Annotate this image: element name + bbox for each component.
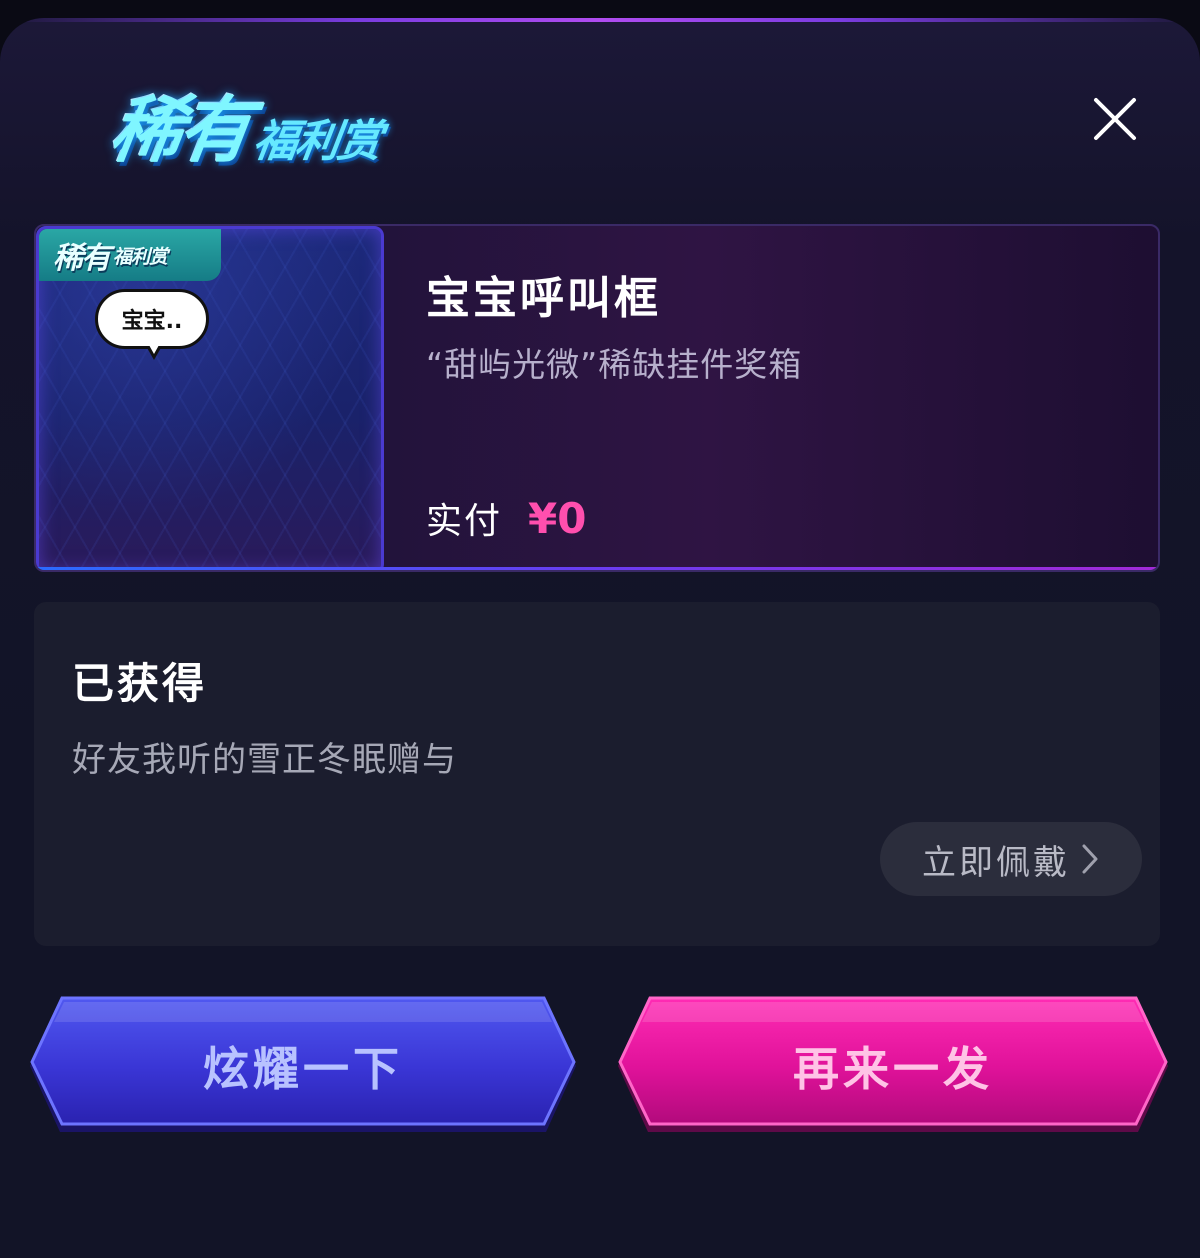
payment-label: 实付 bbox=[426, 501, 503, 542]
share-button[interactable]: 炫耀一下 bbox=[30, 996, 576, 1136]
obtained-description: 好友我听的雪正冬眠赠与 bbox=[72, 740, 457, 780]
reward-sheet: 稀有 福利赏 稀有 福利赏 宝宝.. 宝宝呼叫框 “甜屿光微”稀缺挂件奖箱 实付… bbox=[0, 18, 1200, 1258]
tag-title: 稀有 bbox=[53, 241, 111, 276]
rare-reward-banner: 稀有 福利赏 bbox=[105, 80, 389, 172]
rare-reward-tag: 稀有 福利赏 bbox=[39, 229, 221, 281]
play-again-label: 再来一发 bbox=[793, 1042, 993, 1096]
obtained-panel: 已获得 好友我听的雪正冬眠赠与 立即佩戴 bbox=[34, 602, 1160, 946]
chevron-right-icon bbox=[1082, 844, 1098, 874]
bubble-text: 宝宝.. bbox=[121, 309, 183, 334]
prize-source: “甜屿光微”稀缺挂件奖箱 bbox=[426, 345, 803, 384]
payment-amount: ¥0 bbox=[528, 494, 587, 543]
wear-now-label: 立即佩戴 bbox=[922, 842, 1070, 883]
play-again-button[interactable]: 再来一发 bbox=[618, 996, 1168, 1136]
banner-title: 稀有 bbox=[105, 88, 254, 172]
share-label: 炫耀一下 bbox=[203, 1042, 403, 1096]
close-button[interactable] bbox=[1090, 94, 1140, 144]
speech-bubble-preview: 宝宝.. bbox=[95, 289, 209, 360]
prize-card: 稀有 福利赏 宝宝.. 宝宝呼叫框 “甜屿光微”稀缺挂件奖箱 实付 ¥0 bbox=[34, 224, 1160, 572]
obtained-title: 已获得 bbox=[72, 659, 208, 708]
payment-row: 实付 ¥0 bbox=[426, 492, 586, 544]
prize-thumbnail: 稀有 福利赏 宝宝.. bbox=[36, 226, 384, 570]
banner-subtitle: 福利赏 bbox=[250, 116, 384, 167]
close-icon bbox=[1094, 98, 1136, 140]
prize-name: 宝宝呼叫框 bbox=[426, 273, 661, 324]
tag-subtitle: 福利赏 bbox=[113, 245, 168, 268]
wear-now-button[interactable]: 立即佩戴 bbox=[880, 822, 1142, 896]
